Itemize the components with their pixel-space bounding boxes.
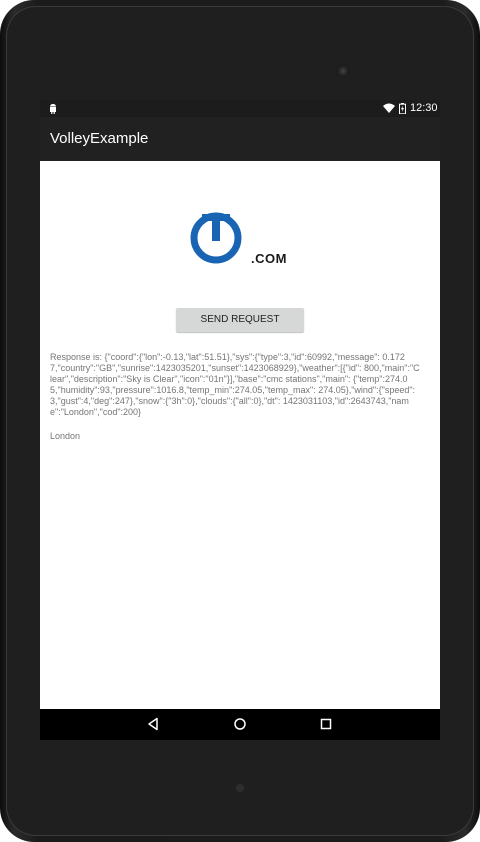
app-bar: VolleyExample bbox=[40, 117, 440, 161]
status-bar: 12:30 bbox=[40, 100, 440, 117]
wifi-icon bbox=[383, 103, 395, 113]
home-icon[interactable] bbox=[233, 717, 247, 731]
tablet-frame: 12:30 VolleyExample .COM SEND REQUEST Re… bbox=[0, 0, 480, 842]
main-content: .COM SEND REQUEST Response is: {"coord":… bbox=[40, 161, 440, 709]
status-time: 12:30 bbox=[410, 102, 438, 114]
city-name: London bbox=[50, 431, 81, 441]
battery-icon bbox=[399, 103, 406, 114]
screen: 12:30 VolleyExample .COM SEND REQUEST Re… bbox=[40, 100, 440, 740]
site-logo: .COM bbox=[189, 209, 293, 269]
send-request-button[interactable]: SEND REQUEST bbox=[176, 308, 304, 332]
app-title: VolleyExample bbox=[50, 130, 149, 147]
navigation-bar bbox=[40, 709, 440, 740]
back-icon[interactable] bbox=[146, 717, 160, 731]
android-icon bbox=[50, 103, 56, 114]
bottom-sensor bbox=[236, 784, 244, 792]
front-camera bbox=[336, 64, 350, 78]
recents-icon[interactable] bbox=[319, 717, 333, 731]
response-text: Response is: {"coord":{"lon":-0.13,"lat"… bbox=[50, 352, 420, 417]
logo-text: .COM bbox=[251, 251, 287, 266]
